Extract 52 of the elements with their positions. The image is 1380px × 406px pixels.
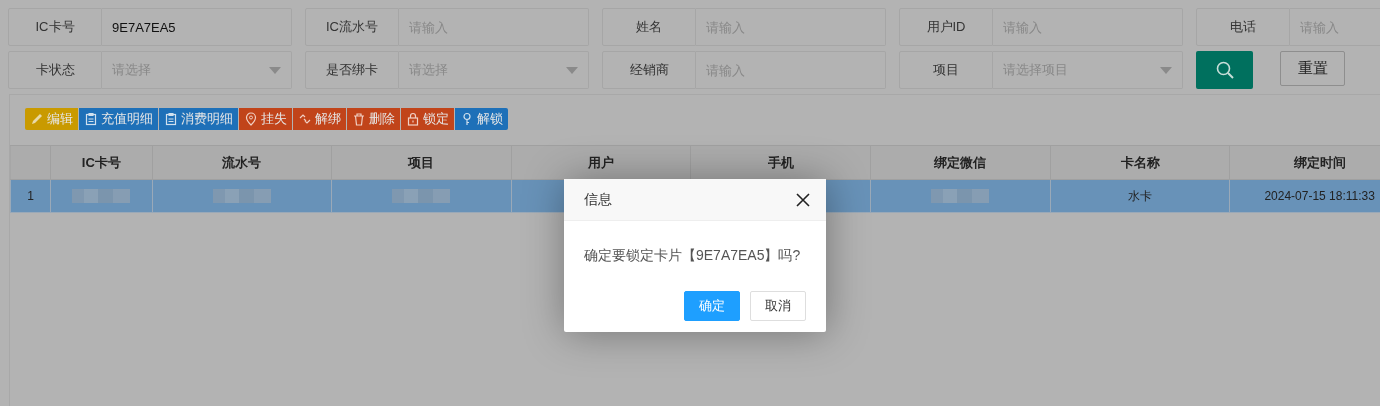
toolbar-button[interactable]: 解锁	[455, 108, 508, 130]
search-icon	[1215, 61, 1234, 79]
column-header: 流水号	[152, 145, 332, 180]
field-label: 卡状态	[8, 51, 102, 89]
toolbar-button[interactable]: 解绑	[293, 108, 346, 130]
field-label: 是否绑卡	[305, 51, 399, 89]
key-icon	[460, 112, 474, 126]
blurred-text	[72, 189, 131, 204]
blurred-text	[212, 189, 271, 204]
close-icon	[796, 192, 810, 207]
input-field[interactable]: 9E7A7EA5	[102, 8, 292, 46]
column-header: 卡名称	[1050, 145, 1230, 180]
pencil-icon	[30, 112, 44, 126]
cancel-button[interactable]: 取消	[750, 291, 806, 321]
dialog-title: 信息	[584, 190, 612, 209]
field-label: 经销商	[602, 51, 696, 89]
column-header: 绑定时间	[1229, 145, 1380, 180]
table-cell: 2024-07-15 18:11:33	[1229, 179, 1380, 213]
reset-button[interactable]: 重置	[1280, 51, 1345, 86]
field-label: IC流水号	[305, 8, 399, 46]
field-label: 姓名	[602, 8, 696, 46]
column-header: 手机	[690, 145, 871, 180]
toolbar-button[interactable]: 删除	[347, 108, 400, 130]
toolbar-button[interactable]: 锁定	[401, 108, 454, 130]
toolbar-button[interactable]: 消费明细	[159, 108, 238, 130]
blurred-text	[931, 189, 990, 204]
trash-icon	[352, 112, 366, 126]
column-header: 用户	[511, 145, 691, 180]
column-header: IC卡号	[50, 145, 152, 180]
table-cell: 1	[10, 179, 51, 213]
clipboard-icon	[164, 112, 178, 126]
field-label: 用户ID	[899, 8, 993, 46]
dialog-message: 确定要锁定卡片【9E7A7EA5】吗?	[583, 246, 802, 265]
field-label: IC卡号	[8, 8, 102, 46]
search-button[interactable]	[1196, 51, 1253, 89]
column-header: 绑定微信	[870, 145, 1051, 180]
blurred-text	[392, 189, 451, 204]
column-header: 项目	[331, 145, 512, 180]
clipboard-icon	[84, 112, 98, 126]
table-cell: 水卡	[1050, 179, 1230, 213]
caret-icon	[566, 66, 578, 74]
close-button[interactable]	[796, 192, 810, 207]
confirm-button[interactable]: 确定	[684, 291, 740, 321]
broken-link-icon	[298, 112, 312, 126]
lock-icon	[406, 112, 420, 126]
toolbar-button[interactable]: 挂失	[239, 108, 292, 130]
toolbar-button[interactable]: 充值明细	[79, 108, 158, 130]
caret-icon	[269, 66, 281, 74]
field-label: 电话	[1196, 8, 1290, 46]
location-pin-icon	[244, 112, 258, 126]
field-label: 项目	[899, 51, 993, 89]
caret-icon	[1160, 66, 1172, 74]
